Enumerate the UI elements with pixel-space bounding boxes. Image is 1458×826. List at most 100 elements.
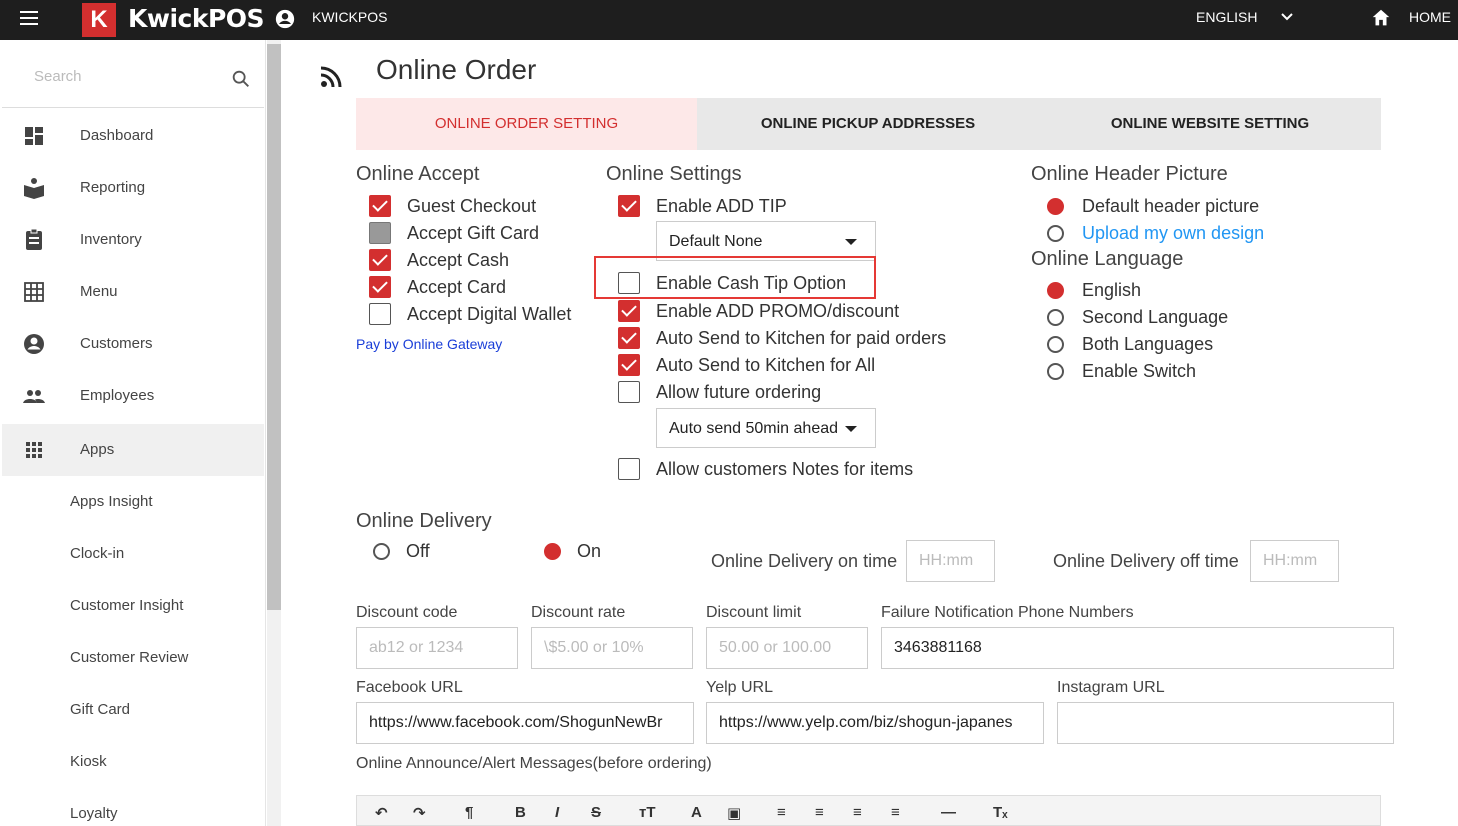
sidebar-item-inventory[interactable]: Inventory — [2, 214, 264, 266]
menu-icon[interactable] — [20, 11, 38, 29]
align-right-icon[interactable]: ≡ — [853, 804, 862, 821]
align-left-icon[interactable]: ≡ — [777, 804, 786, 821]
font-size-icon[interactable]: тT — [639, 804, 656, 821]
checkbox-box[interactable] — [618, 381, 640, 403]
search-input[interactable] — [34, 68, 214, 85]
accept-gift-card-checkbox[interactable]: Accept Gift Card — [369, 222, 589, 248]
scrollbar-thumb[interactable] — [267, 44, 281, 610]
checkbox-box[interactable] — [369, 249, 391, 271]
upload-design-radio[interactable]: Upload my own design — [1047, 222, 1287, 248]
pay-by-online-gateway-link[interactable]: Pay by Online Gateway — [356, 336, 502, 352]
guest-checkout-checkbox[interactable]: Guest Checkout — [369, 195, 589, 221]
radio-button[interactable] — [1047, 282, 1064, 299]
accept-digital-wallet-checkbox[interactable]: Accept Digital Wallet — [369, 303, 589, 329]
bold-icon[interactable]: B — [515, 804, 526, 821]
language-radio-switch[interactable]: Enable Switch — [1047, 360, 1247, 386]
radio-button[interactable] — [1047, 225, 1064, 242]
checkbox-box[interactable] — [618, 327, 640, 349]
clear-format-icon[interactable]: Tₓ — [993, 804, 1008, 821]
upload-design-link[interactable]: Upload my own design — [1082, 223, 1264, 244]
accept-cash-checkbox[interactable]: Accept Cash — [369, 249, 589, 275]
allow-future-ordering-checkbox[interactable]: Allow future ordering — [618, 381, 918, 407]
checkbox-box[interactable] — [618, 195, 640, 217]
language-selector[interactable]: ENGLISH — [1196, 9, 1257, 25]
auto-send-all-checkbox[interactable]: Auto Send to Kitchen for All — [618, 354, 918, 380]
auto-send-paid-checkbox[interactable]: Auto Send to Kitchen for paid orders — [618, 327, 968, 353]
radio-button[interactable] — [544, 543, 561, 560]
enable-add-promo-checkbox[interactable]: Enable ADD PROMO/discount — [618, 300, 918, 326]
sidebar-subitem-loyalty[interactable]: Loyalty — [2, 788, 264, 826]
undo-icon[interactable]: ↶ — [375, 804, 388, 822]
radio-button[interactable] — [1047, 363, 1064, 380]
sidebar-subitem-clock-in[interactable]: Clock-in — [2, 528, 264, 580]
strikethrough-icon[interactable]: S — [591, 804, 601, 821]
checkbox-box[interactable] — [618, 458, 640, 480]
sidebar-subitem-gift-card[interactable]: Gift Card — [2, 684, 264, 736]
discount-code-input[interactable] — [356, 627, 518, 669]
radio-button[interactable] — [1047, 198, 1064, 215]
sidebar-item-reporting[interactable]: Reporting — [2, 162, 264, 214]
sidebar-scrollbar[interactable] — [267, 40, 281, 826]
font-color-icon[interactable]: A — [691, 804, 702, 821]
sidebar-subitem-customer-insight[interactable]: Customer Insight — [2, 580, 264, 632]
default-header-radio[interactable]: Default header picture — [1047, 195, 1287, 221]
horizontal-rule-icon[interactable]: — — [941, 804, 956, 821]
delivery-on-radio[interactable]: On — [544, 540, 624, 566]
language-radio-second[interactable]: Second Language — [1047, 306, 1247, 332]
delivery-on-time-input[interactable] — [906, 540, 995, 582]
search-icon[interactable] — [230, 68, 252, 90]
tab-online-pickup-addresses[interactable]: ONLINE PICKUP ADDRESSES — [697, 98, 1039, 150]
radio-button[interactable] — [1047, 309, 1064, 326]
radio-button[interactable] — [373, 543, 390, 560]
accept-card-checkbox[interactable]: Accept Card — [369, 276, 589, 302]
enable-cash-tip-checkbox[interactable]: Enable Cash Tip Option — [618, 272, 868, 298]
future-ahead-select[interactable]: Auto send 50min ahead — [656, 408, 876, 448]
delivery-off-time-input[interactable] — [1250, 540, 1339, 582]
discount-limit-input[interactable] — [706, 627, 868, 669]
tip-default-select[interactable]: Default None — [656, 221, 876, 261]
chevron-down-icon[interactable] — [1280, 10, 1294, 24]
sidebar-item-menu[interactable]: Menu — [2, 266, 264, 318]
account-circle-icon[interactable] — [274, 8, 296, 30]
top-bar: K KwickPOS KWICKPOS ENGLISH HOME — [0, 0, 1458, 40]
sidebar-subitem-customer-review[interactable]: Customer Review — [2, 632, 264, 684]
italic-icon[interactable]: I — [555, 804, 559, 821]
language-radio-both[interactable]: Both Languages — [1047, 333, 1247, 359]
radio-label: On — [577, 541, 602, 561]
home-icon[interactable] — [1370, 7, 1392, 29]
checkbox-box[interactable] — [369, 195, 391, 217]
checkbox-box[interactable] — [618, 354, 640, 376]
align-justify-icon[interactable]: ≡ — [891, 804, 900, 821]
checkbox-box[interactable] — [369, 222, 391, 244]
allow-notes-checkbox[interactable]: Allow customers Notes for items — [618, 458, 938, 484]
redo-icon[interactable]: ↷ — [413, 804, 426, 822]
checkbox-box[interactable] — [369, 303, 391, 325]
align-center-icon[interactable]: ≡ — [815, 804, 824, 821]
facebook-url-input[interactable] — [356, 702, 694, 744]
tab-online-order-setting[interactable]: ONLINE ORDER SETTING — [356, 98, 697, 150]
sidebar-item-dashboard[interactable]: Dashboard — [2, 110, 264, 162]
yelp-url-input[interactable] — [706, 702, 1044, 744]
checkbox-box[interactable] — [618, 300, 640, 322]
user-name[interactable]: KWICKPOS — [312, 9, 387, 25]
highlight-color-icon[interactable]: ▣ — [727, 804, 741, 822]
home-link[interactable]: HOME — [1409, 9, 1451, 25]
sidebar-subitem-apps-insight[interactable]: Apps Insight — [2, 476, 264, 528]
discount-rate-input[interactable] — [531, 627, 693, 669]
yelp-url-label: Yelp URL — [706, 679, 774, 696]
paragraph-icon[interactable]: ¶ — [465, 804, 473, 821]
failure-phone-input[interactable] — [881, 627, 1394, 669]
sidebar-item-employees[interactable]: Employees — [2, 370, 264, 422]
sidebar-item-apps[interactable]: Apps — [2, 424, 264, 476]
delivery-off-radio[interactable]: Off — [373, 540, 453, 566]
checkbox-box[interactable] — [618, 272, 640, 294]
radio-button[interactable] — [1047, 336, 1064, 353]
instagram-url-input[interactable] — [1057, 702, 1394, 744]
enable-add-tip-checkbox[interactable]: Enable ADD TIP — [618, 195, 868, 221]
select-value: Auto send 50min ahead — [669, 420, 839, 437]
sidebar-item-customers[interactable]: Customers — [2, 318, 264, 370]
tab-online-website-setting[interactable]: ONLINE WEBSITE SETTING — [1039, 98, 1381, 150]
sidebar-subitem-kiosk[interactable]: Kiosk — [2, 736, 264, 788]
checkbox-box[interactable] — [369, 276, 391, 298]
language-radio-english[interactable]: English — [1047, 279, 1247, 305]
